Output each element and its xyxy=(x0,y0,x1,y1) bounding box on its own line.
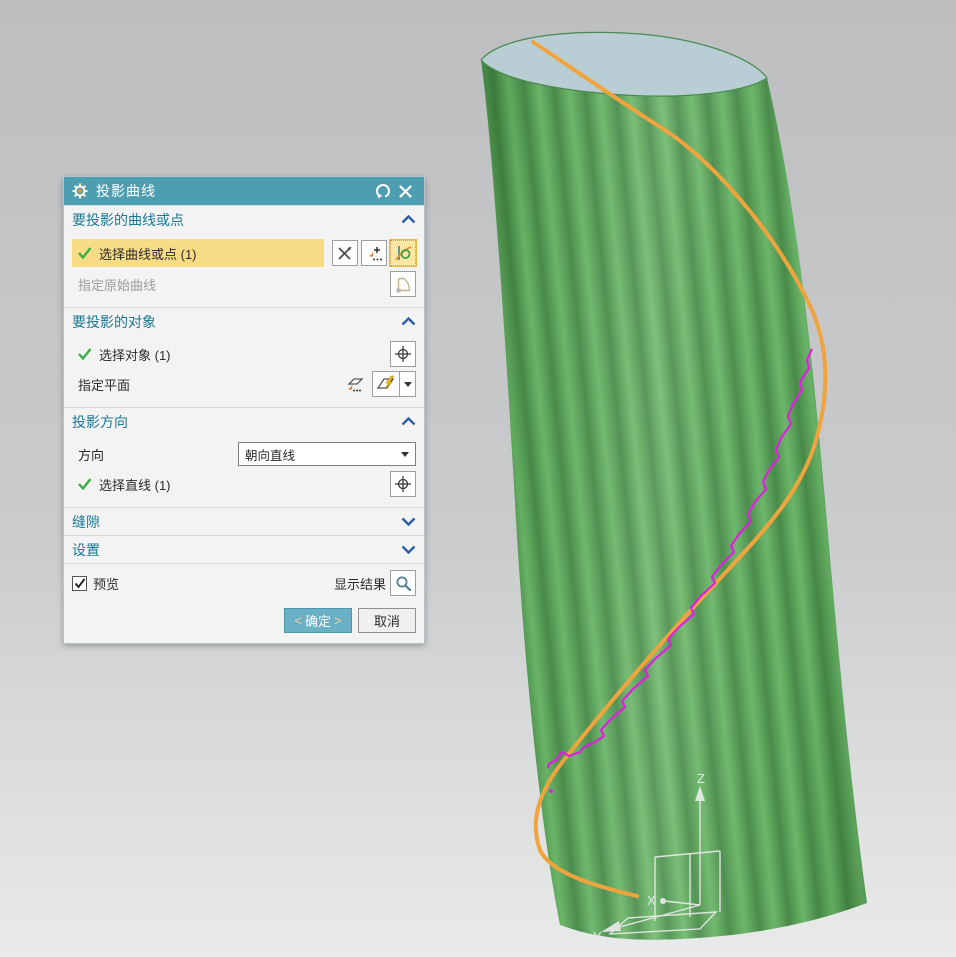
show-result-label: 显示结果 xyxy=(334,574,386,593)
snap-point-button[interactable] xyxy=(390,341,416,367)
dialog-titlebar[interactable]: 投影曲线 xyxy=(64,177,424,205)
ok-bracket-right: > xyxy=(334,613,342,628)
close-icon[interactable] xyxy=(394,180,416,202)
dialog-buttons: < 确定 > 取消 xyxy=(64,600,424,643)
select-curve-label: 选择曲线或点 (1) xyxy=(99,244,197,263)
snap-point-button[interactable] xyxy=(390,471,416,497)
group-header-direction[interactable]: 投影方向 xyxy=(64,408,424,435)
check-icon xyxy=(78,478,92,490)
point-constructor-button[interactable] xyxy=(361,240,387,266)
check-icon xyxy=(78,348,92,360)
reset-icon[interactable] xyxy=(372,180,394,202)
select-object-label: 选择对象 (1) xyxy=(99,345,171,364)
plane-constructor-combo xyxy=(372,371,416,397)
gear-icon xyxy=(72,183,88,199)
direction-label-wrap: 方向 xyxy=(72,445,238,464)
group-projection-direction: 投影方向 方向 朝向直线 xyxy=(64,407,424,507)
group-gap: 缝隙 xyxy=(64,507,424,535)
select-line-row[interactable]: 选择直线 (1) xyxy=(72,475,387,494)
dialog-title: 投影曲线 xyxy=(96,181,372,201)
x-axis-label: X xyxy=(647,893,656,908)
chevron-down-icon[interactable] xyxy=(401,517,416,526)
group-title: 缝隙 xyxy=(72,512,401,532)
application-canvas: Z X Y 投影曲线 xyxy=(0,0,956,957)
specify-plane-row[interactable]: 指定平面 xyxy=(72,375,339,394)
select-curve-or-point-row[interactable]: 选择曲线或点 (1) xyxy=(72,239,324,267)
direction-selected-value: 朝向直线 xyxy=(245,445,401,464)
ok-bracket-left: < xyxy=(294,613,302,628)
chevron-down-icon xyxy=(404,382,412,387)
project-curve-dialog: 投影曲线 要投影的曲线或点 xyxy=(63,176,425,644)
plane-dialog-button[interactable] xyxy=(342,371,368,397)
chevron-down-icon xyxy=(401,452,409,457)
deselect-swap-button[interactable] xyxy=(332,240,358,266)
check-icon xyxy=(78,247,92,259)
specify-original-curve-label: 指定原始曲线 xyxy=(78,275,156,294)
select-object-row[interactable]: 选择对象 (1) xyxy=(72,345,387,364)
direction-label: 方向 xyxy=(78,445,104,464)
ok-label: 确定 xyxy=(305,611,331,630)
preview-checkbox[interactable] xyxy=(72,576,87,591)
chevron-up-icon[interactable] xyxy=(401,215,416,224)
z-axis-label: Z xyxy=(697,771,705,786)
y-axis-label: Y xyxy=(593,929,602,944)
ok-button[interactable]: < 确定 > xyxy=(284,608,352,633)
specify-original-curve-row[interactable]: 指定原始曲线 xyxy=(72,275,387,294)
group-header-gap[interactable]: 缝隙 xyxy=(64,508,424,535)
group-header-objects[interactable]: 要投影的对象 xyxy=(64,308,424,335)
show-result-button[interactable] xyxy=(390,570,416,596)
chevron-down-icon[interactable] xyxy=(401,545,416,554)
group-settings: 设置 xyxy=(64,535,424,563)
chevron-up-icon[interactable] xyxy=(401,317,416,326)
original-curve-button[interactable] xyxy=(390,271,416,297)
cancel-button[interactable]: 取消 xyxy=(358,608,416,633)
group-header-curves[interactable]: 要投影的曲线或点 xyxy=(64,206,424,233)
group-title: 设置 xyxy=(72,540,401,560)
select-line-label: 选择直线 (1) xyxy=(99,475,171,494)
direction-select[interactable]: 朝向直线 xyxy=(238,442,416,466)
chevron-up-icon[interactable] xyxy=(401,417,416,426)
group-title: 要投影的曲线或点 xyxy=(72,210,401,230)
group-curves-to-project: 要投影的曲线或点 选择曲线或点 (1) xyxy=(64,205,424,307)
group-header-settings[interactable]: 设置 xyxy=(64,536,424,563)
preview-row: 预览 显示结果 xyxy=(64,563,424,600)
group-objects-to-project: 要投影的对象 选择对象 (1) xyxy=(64,307,424,407)
curve-rule-button[interactable] xyxy=(390,240,416,266)
specify-plane-label: 指定平面 xyxy=(78,375,130,394)
group-title: 要投影的对象 xyxy=(72,312,401,332)
preview-label: 预览 xyxy=(93,574,119,593)
x-axis-ball xyxy=(660,898,666,904)
plane-constructor-button[interactable] xyxy=(372,371,400,397)
plane-options-dropdown-button[interactable] xyxy=(400,371,416,397)
group-title: 投影方向 xyxy=(72,412,401,432)
